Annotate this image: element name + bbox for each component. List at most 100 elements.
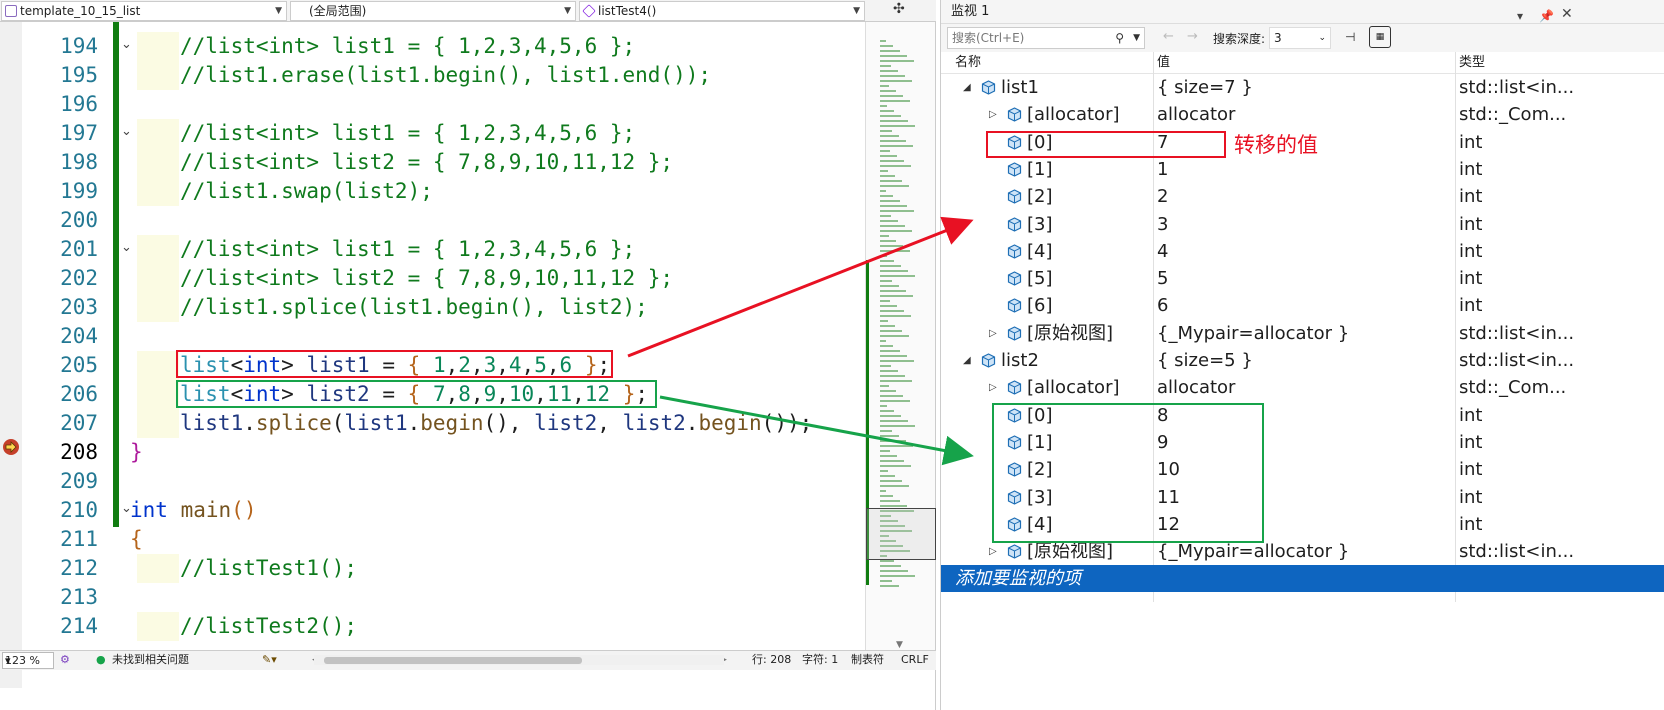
code-line[interactable]: //list1.splice(list1.begin(), list2);	[180, 293, 648, 322]
code-line[interactable]: {	[130, 525, 143, 554]
code-line[interactable]: //list<int> list1 = { 1,2,3,4,5,6 };	[180, 119, 635, 148]
watch-row-value[interactable]: {_Mypair=allocator }	[1157, 320, 1349, 347]
minimap-viewport[interactable]	[866, 508, 936, 560]
minimap-line	[880, 285, 899, 287]
watch-row[interactable]: [5] 5 int	[941, 265, 1664, 292]
forward-arrow-icon[interactable]: →	[1187, 29, 1198, 44]
code-line[interactable]: //list1.erase(list1.begin(), list1.end()…	[180, 61, 711, 90]
watch-row[interactable]: [4] 4 int	[941, 238, 1664, 265]
line-number: 209	[60, 469, 98, 493]
watch-row-value[interactable]: allocator	[1157, 101, 1235, 128]
expand-icon[interactable]: ▷	[989, 101, 997, 128]
fold-toggle-icon[interactable]: ⌄	[121, 233, 133, 262]
back-arrow-icon[interactable]: ←	[1163, 29, 1174, 44]
scope-dropdown[interactable]: (全局范围) ▼	[290, 1, 576, 21]
minimap-line	[880, 270, 908, 272]
expand-icon[interactable]: ▷	[989, 320, 997, 347]
brush-icon[interactable]: ✎▾	[262, 651, 277, 669]
minimap-line	[880, 160, 904, 162]
glyph-margin[interactable]	[0, 22, 22, 688]
minimap-line	[880, 380, 912, 382]
watch-row-value[interactable]: 1	[1157, 156, 1168, 183]
watch-row[interactable]: ▷ [原始视图] {_Mypair=allocator } std::list<in.…	[941, 320, 1664, 347]
minimap-scrollbar[interactable]	[865, 22, 935, 656]
watch-row-value[interactable]: { size=7 }	[1157, 74, 1253, 101]
close-icon[interactable]: ✕	[1561, 2, 1573, 26]
column-value[interactable]: 值	[1157, 52, 1170, 74]
minimap-line	[880, 165, 911, 167]
column-type[interactable]: 类型	[1459, 52, 1485, 74]
minimap-line	[880, 355, 907, 357]
indent-guide	[137, 554, 179, 583]
hex-display-button[interactable]: ▦	[1369, 26, 1391, 48]
intellicode-icon[interactable]: ⚙	[60, 651, 70, 669]
watch-row-value[interactable]: { size=5 }	[1157, 347, 1253, 374]
watch-row-value[interactable]: allocator	[1157, 374, 1235, 401]
minimap-line	[880, 390, 896, 392]
chevron-down-icon[interactable]: ▼	[1133, 28, 1140, 48]
code-line[interactable]: }	[130, 438, 143, 467]
line-number: 205	[60, 353, 98, 377]
fold-toggle-icon[interactable]: ⌄	[121, 117, 133, 146]
watch-row[interactable]: [3] 3 int	[941, 211, 1664, 238]
zoom-dropdown[interactable]: 123 % ▾	[2, 652, 54, 669]
minimap-line	[880, 385, 889, 387]
split-window-icon[interactable]: ✣	[893, 1, 905, 17]
add-watch-item[interactable]: 添加要监视的项	[941, 565, 1664, 593]
function-dropdown[interactable]: listTest4() ▼	[579, 1, 865, 21]
indent-guide	[137, 380, 179, 409]
watch-row[interactable]: ◢ list2 { size=5 } std::list<in...	[941, 347, 1664, 374]
minimap-line	[880, 100, 910, 102]
watch-toolbar: 搜索(Ctrl+E) ⚲ ▼ ← → 搜索深度: 3 ⌄ ⊣ ▦	[941, 24, 1664, 52]
watch-row[interactable]: [2] 2 int	[941, 183, 1664, 210]
watch-row[interactable]: ◢ list1 { size=7 } std::list<in...	[941, 74, 1664, 101]
line-number: 214	[60, 614, 98, 638]
pin-source-icon[interactable]: ⊣	[1345, 30, 1355, 44]
code-line[interactable]: //list<int> list1 = { 1,2,3,4,5,6 };	[180, 235, 635, 264]
code-line[interactable]: //list<int> list2 = { 7,8,9,10,11,12 };	[180, 148, 673, 177]
fold-toggle-icon[interactable]: ⌄	[121, 30, 133, 59]
minimap-line	[880, 475, 895, 477]
current-statement-arrow-icon	[3, 439, 19, 455]
watch-row-value[interactable]: 2	[1157, 183, 1168, 210]
issues-label[interactable]: 未找到相关问题	[112, 651, 189, 669]
indent-guide	[137, 119, 179, 148]
minimap-line	[880, 495, 893, 497]
code-line[interactable]: //list<int> list1 = { 1,2,3,4,5,6 };	[180, 32, 635, 61]
minimap-line	[880, 315, 911, 317]
depth-dropdown[interactable]: 3 ⌄	[1269, 27, 1331, 49]
char-indicator[interactable]: 字符: 1	[802, 651, 838, 669]
minimap-line	[880, 585, 899, 587]
column-name[interactable]: 名称	[955, 52, 981, 74]
collapse-icon[interactable]: ◢	[963, 74, 971, 101]
watch-row[interactable]: [6] 6 int	[941, 292, 1664, 319]
watch-row-name: [allocator]	[1027, 377, 1120, 399]
watch-row-value[interactable]: 3	[1157, 211, 1168, 238]
minimap-line	[880, 440, 906, 442]
watch-row-value[interactable]: 6	[1157, 292, 1168, 319]
expand-icon[interactable]: ▷	[989, 374, 997, 401]
code-line[interactable]: //list1.swap(list2);	[180, 177, 433, 206]
watch-row[interactable]: ▷ [allocator] allocator std::_Com...	[941, 101, 1664, 128]
code-line[interactable]: list1.splice(list1.begin(), list2, list2…	[180, 409, 812, 438]
watch-row-value[interactable]: 4	[1157, 238, 1168, 265]
code-line[interactable]: //listTest1();	[180, 554, 357, 583]
code-line[interactable]: //list<int> list2 = { 7,8,9,10,11,12 };	[180, 264, 673, 293]
minimap-line	[880, 325, 895, 327]
watch-row-value[interactable]: 5	[1157, 265, 1168, 292]
collapse-icon[interactable]: ◢	[963, 347, 971, 374]
minimap-line	[880, 85, 889, 87]
project-dropdown[interactable]: template_10_15_list ▼	[1, 1, 287, 21]
code-line[interactable]: //listTest2();	[180, 612, 357, 641]
eol-indicator[interactable]: CRLF	[901, 651, 929, 669]
tabs-indicator[interactable]: 制表符	[851, 651, 884, 669]
search-icon[interactable]: ⚲	[1115, 28, 1124, 48]
watch-row[interactable]: [1] 1 int	[941, 156, 1664, 183]
watch-row[interactable]: ▷ [allocator] allocator std::_Com...	[941, 374, 1664, 401]
scroll-down-icon[interactable]: ▼	[896, 640, 903, 650]
search-input[interactable]: 搜索(Ctrl+E) ⚲ ▼	[947, 27, 1145, 49]
line-indicator[interactable]: 行: 208	[752, 651, 791, 669]
horizontal-scroll-thumb[interactable]	[324, 657, 582, 664]
code-line[interactable]: int main()	[130, 496, 256, 525]
watch-row-type: std::list<in...	[1459, 322, 1575, 344]
